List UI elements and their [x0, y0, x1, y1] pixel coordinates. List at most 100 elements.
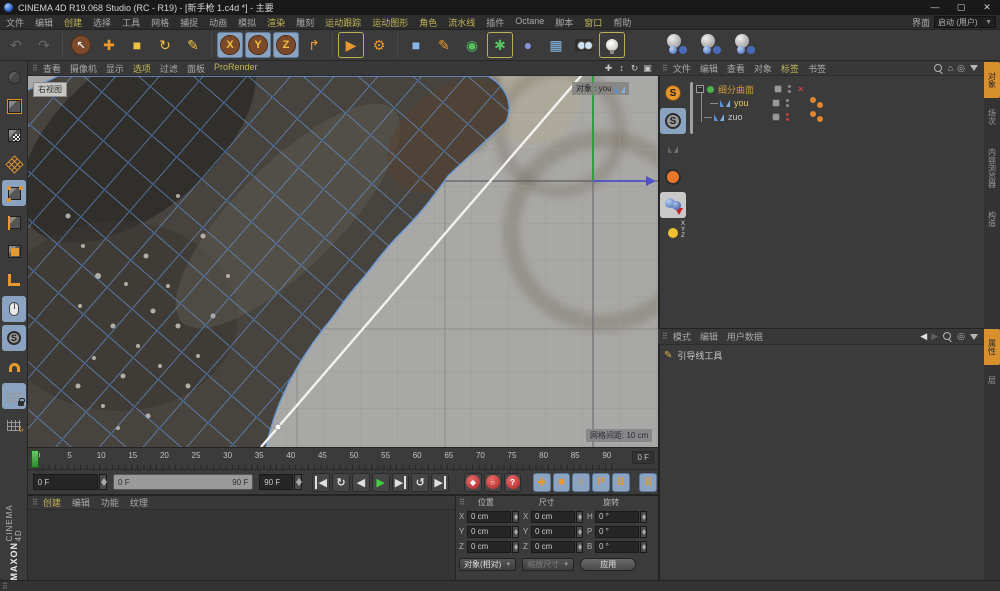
start-frame-stepper[interactable]	[99, 474, 107, 490]
menu-item-编辑[interactable]: 编辑	[700, 62, 718, 75]
visibility-dots[interactable]	[786, 98, 789, 108]
coordinate-system-button[interactable]: ↱	[301, 32, 327, 58]
object-row-subdivision[interactable]: − 细分曲面 ×	[696, 82, 760, 96]
visibility-toggle-icon[interactable]	[774, 85, 782, 93]
rotate-tool[interactable]: ↻	[152, 32, 178, 58]
menu-item-雕刻[interactable]: 雕刻	[296, 16, 314, 29]
menu-item-捕捉[interactable]: 捕捉	[180, 16, 198, 29]
panel-tab-内容浏览器[interactable]: 内容浏览器	[984, 136, 1000, 200]
menu-item-模式[interactable]: 模式	[673, 330, 691, 343]
search-icon[interactable]	[943, 332, 952, 341]
scene-cluster-icon-1[interactable]	[665, 32, 695, 58]
menu-item-渲染[interactable]: 渲染	[267, 16, 285, 29]
scene-cluster-icon-3[interactable]	[733, 32, 763, 58]
lock-icon[interactable]: ◎	[957, 331, 965, 342]
menu-item-动画[interactable]: 动画	[209, 16, 227, 29]
apply-button[interactable]: 应用	[580, 558, 636, 571]
object-tree-scrollbar[interactable]	[690, 82, 693, 134]
search-icon[interactable]	[934, 64, 943, 73]
current-frame-marker[interactable]	[31, 450, 39, 468]
interface-dropdown[interactable]: 启动 (用户)▼	[934, 16, 996, 28]
menu-item-流水线[interactable]: 流水线	[448, 16, 475, 29]
workplane-lock-button[interactable]	[2, 383, 26, 409]
menu-item-创建[interactable]: 创建	[64, 16, 82, 29]
object-row-zuo[interactable]: zuo	[704, 110, 749, 124]
menu-item-纹理[interactable]: 纹理	[130, 496, 148, 509]
drop-to-floor-icon[interactable]	[660, 192, 686, 218]
object-name[interactable]: zuo	[728, 112, 743, 122]
menu-item-查看[interactable]: 查看	[43, 62, 61, 75]
generator-disabled-icon[interactable]: ×	[798, 84, 803, 94]
rotation-h-field[interactable]: 0 °	[595, 511, 639, 523]
play-mode-button[interactable]: ↻	[332, 473, 350, 492]
snap-button[interactable]	[2, 354, 26, 380]
stepper[interactable]	[640, 541, 647, 553]
menu-item-帮助[interactable]: 帮助	[613, 16, 631, 29]
menu-item-运动图形[interactable]: 运动图形	[372, 16, 408, 29]
menu-item-脚本[interactable]: 脚本	[555, 16, 573, 29]
pla-extra-toggle[interactable]: ⠿	[639, 473, 657, 492]
menu-item-用户数据[interactable]: 用户数据	[727, 330, 763, 343]
workplane-mode-button[interactable]	[2, 151, 26, 177]
panel-tab-属性[interactable]: 属性	[984, 329, 1000, 365]
stepper[interactable]	[576, 511, 583, 523]
visibility-dots[interactable]	[786, 112, 789, 122]
panel-tab-对象[interactable]: 对象	[984, 62, 1000, 98]
goto-end-button[interactable]: ▶	[431, 473, 449, 492]
size-y-field[interactable]: 0 cm	[531, 526, 575, 538]
enable-axis-button[interactable]	[2, 267, 26, 293]
solo-icon[interactable]	[660, 164, 686, 190]
deformer-button[interactable]: ✱	[487, 32, 513, 58]
live-selection-tool[interactable]: ↖	[68, 32, 94, 58]
position-z-field[interactable]: 0 cm	[467, 541, 511, 553]
stepper[interactable]	[512, 511, 519, 523]
size-mode-dropdown[interactable]: 缩放尺寸▼	[522, 558, 574, 571]
menu-item-对象[interactable]: 对象	[754, 62, 772, 75]
lock-y-axis-button[interactable]: Y	[245, 32, 271, 58]
stepper[interactable]	[512, 526, 519, 538]
key-scale-toggle[interactable]: ■	[553, 473, 571, 492]
history-back-icon[interactable]: ◀	[920, 331, 927, 342]
key-position-toggle[interactable]: ✚	[533, 473, 551, 492]
guide-handle-point[interactable]	[275, 424, 281, 430]
size-z-field[interactable]: 0 cm	[531, 541, 575, 553]
menu-item-功能[interactable]: 功能	[101, 496, 119, 509]
subdivision-surface-button[interactable]: ◉	[459, 32, 485, 58]
points-mode-button[interactable]	[2, 180, 26, 206]
timeline-ruler[interactable]: 051015202530354045505560657075808590 0 F	[28, 447, 658, 470]
panel-handle-icon[interactable]: ⠿	[662, 64, 668, 73]
visibility-dots[interactable]	[788, 84, 791, 94]
render-settings-button[interactable]: ⚙	[366, 32, 392, 58]
model-mode-button[interactable]	[2, 93, 26, 119]
floor-button[interactable]: ▦	[543, 32, 569, 58]
s-gray-icon[interactable]: S	[660, 108, 686, 134]
menu-item-选项[interactable]: 选项	[133, 62, 151, 75]
edges-mode-button[interactable]	[2, 209, 26, 235]
history-forward-icon[interactable]: ▶	[931, 331, 938, 342]
next-frame-button[interactable]: ▶	[392, 473, 410, 492]
tweak-mode-button[interactable]	[2, 296, 26, 322]
menu-item-书签[interactable]: 书签	[808, 62, 826, 75]
menu-item-Octane[interactable]: Octane	[515, 16, 544, 29]
xyz-axis-icon[interactable]: XYZ	[660, 220, 686, 246]
workplane-align-button[interactable]: ↻	[2, 412, 26, 438]
close-button[interactable]: ✕	[974, 0, 1000, 15]
menu-item-文件[interactable]: 文件	[6, 16, 24, 29]
filter-icon[interactable]	[970, 65, 978, 71]
rotation-b-field[interactable]: 0 °	[595, 541, 639, 553]
stepper[interactable]	[512, 541, 519, 553]
position-y-field[interactable]: 0 cm	[467, 526, 511, 538]
loop-button[interactable]: ↺	[411, 473, 429, 492]
rotate-view-icon[interactable]: ↻	[628, 62, 641, 74]
rotation-p-field[interactable]: 0 °	[595, 526, 639, 538]
scale-tool[interactable]: ■	[124, 32, 150, 58]
previous-key-button[interactable]: ◀	[352, 473, 370, 492]
last-used-tool[interactable]: ✎	[180, 32, 206, 58]
object-name[interactable]: you	[734, 98, 749, 108]
stepper[interactable]	[576, 541, 583, 553]
scene-cluster-icon-2[interactable]	[699, 32, 729, 58]
size-x-field[interactable]: 0 cm	[531, 511, 575, 523]
zoom-view-icon[interactable]: ↕	[615, 62, 628, 74]
menu-item-角色[interactable]: 角色	[419, 16, 437, 29]
key-parameter-toggle[interactable]: P	[592, 473, 610, 492]
